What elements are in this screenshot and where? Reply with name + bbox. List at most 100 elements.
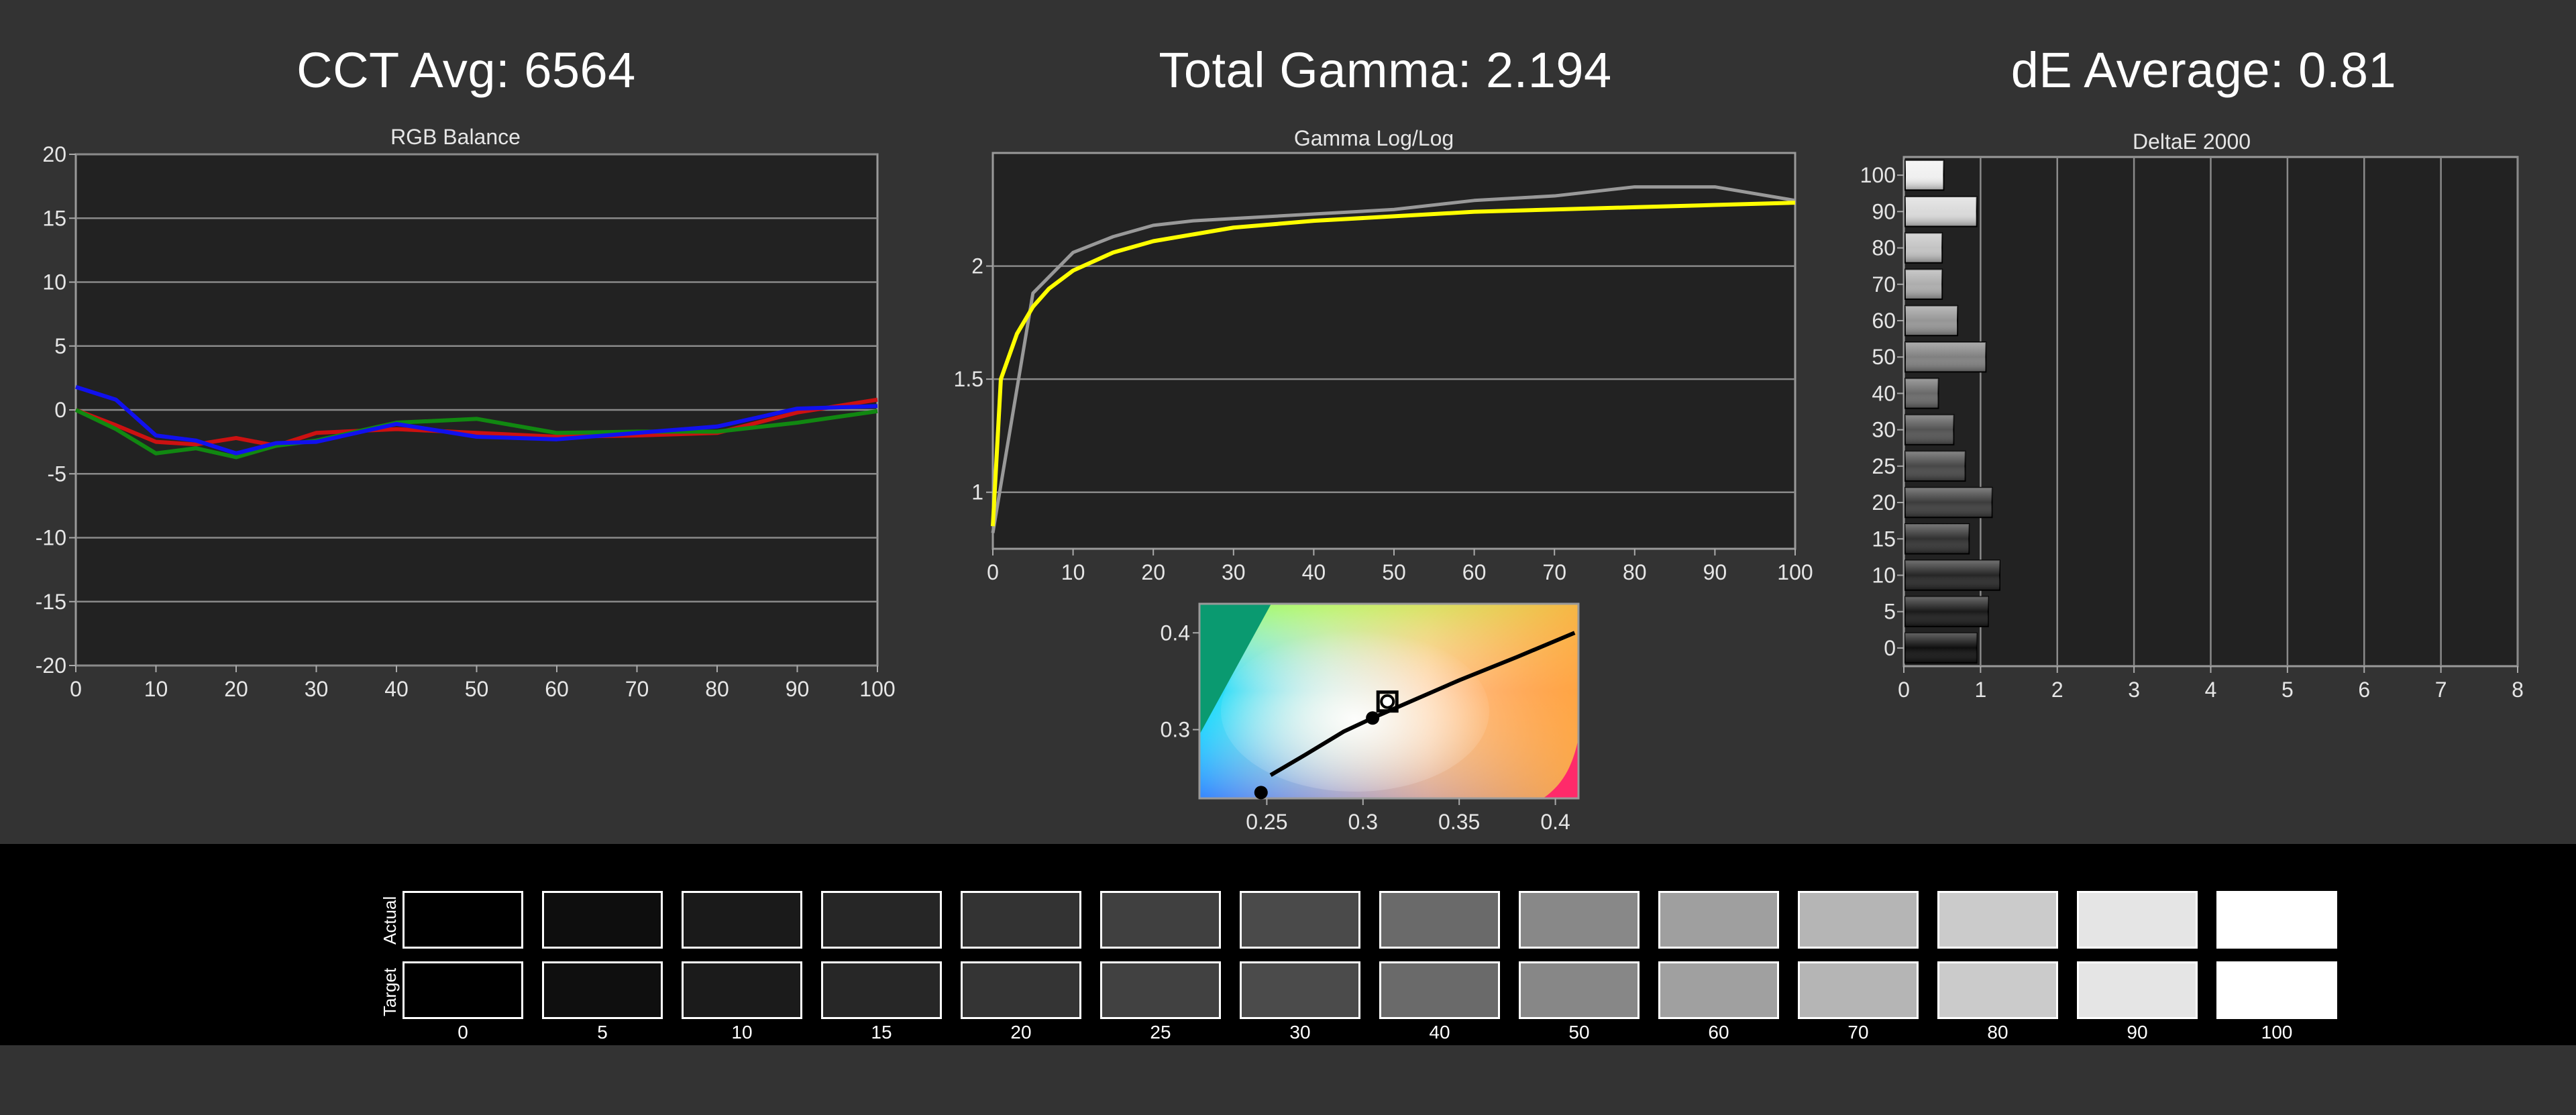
gamma-chart-title: Gamma Log/Log bbox=[1294, 126, 1454, 150]
rgb-y-tick-label: 20 bbox=[42, 142, 66, 166]
gamma-y-tick-label: 1.5 bbox=[954, 367, 983, 391]
rgb-balance-title: RGB Balance bbox=[390, 125, 521, 149]
actual-swatch bbox=[1658, 891, 1779, 949]
actual-swatch bbox=[961, 891, 1081, 949]
gamma-x-tick-label: 50 bbox=[1382, 560, 1406, 584]
gamma-plot-area bbox=[991, 152, 1796, 550]
actual-swatch bbox=[821, 891, 942, 949]
rgb-y-tick-label: 15 bbox=[42, 206, 66, 230]
delta-e-bar-shading bbox=[1905, 305, 1958, 336]
swatch-level-label: 90 bbox=[2127, 1022, 2148, 1043]
delta-e-y-tick-label: 40 bbox=[1872, 381, 1896, 405]
target-swatch bbox=[821, 961, 942, 1019]
swatch-level-label: 10 bbox=[731, 1022, 753, 1043]
gamma-y-tick-label: 1 bbox=[971, 480, 983, 505]
delta-e-bar-shading bbox=[1905, 269, 1943, 299]
cie-x-tick-label: 0.25 bbox=[1246, 810, 1287, 834]
delta-e-y-tick-label: 100 bbox=[1860, 163, 1896, 187]
actual-swatch bbox=[2216, 891, 2337, 949]
rgb-y-tick-label: 0 bbox=[54, 398, 66, 422]
delta-e-y-tick-label: 30 bbox=[1872, 418, 1896, 442]
delta-e-bar-shading bbox=[1905, 378, 1939, 409]
target-swatch bbox=[2216, 961, 2337, 1019]
delta-e-x-tick-label: 3 bbox=[2128, 678, 2140, 702]
swatch-level-label: 40 bbox=[1429, 1022, 1450, 1043]
gamma-x-tick-label: 60 bbox=[1462, 560, 1487, 584]
target-swatch bbox=[402, 961, 523, 1019]
target-row-label: Target bbox=[380, 967, 400, 1016]
swatch-level-label: 25 bbox=[1150, 1022, 1171, 1043]
delta-e-bar-shading bbox=[1905, 451, 1966, 482]
delta-e-y-tick-label: 20 bbox=[1872, 490, 1896, 515]
target-swatch bbox=[2077, 961, 2198, 1019]
cie-x-tick-label: 0.3 bbox=[1348, 810, 1378, 834]
delta-e-x-tick-label: 0 bbox=[1898, 678, 1910, 702]
delta-e-y-tick-label: 50 bbox=[1872, 345, 1896, 369]
gamma-y-tick-label: 2 bbox=[971, 254, 983, 278]
actual-swatch bbox=[1379, 891, 1500, 949]
delta-e-y-tick-label: 25 bbox=[1872, 454, 1896, 478]
delta-e-bar-shading bbox=[1905, 487, 1992, 518]
target-swatch bbox=[1658, 961, 1779, 1019]
gamma-x-tick-label: 40 bbox=[1302, 560, 1326, 584]
cie-y-tick-label: 0.3 bbox=[1161, 718, 1190, 742]
gamma-x-tick-label: 30 bbox=[1222, 560, 1246, 584]
swatch-level-label: 15 bbox=[871, 1022, 892, 1043]
target-swatch bbox=[961, 961, 1081, 1019]
rgb-x-tick-label: 40 bbox=[384, 677, 409, 701]
rgb-x-tick-label: 100 bbox=[859, 677, 895, 701]
delta-e-bar-shading bbox=[1905, 197, 1977, 227]
charts-canvas: RGB Balance 20151050-5-10-15-200 10 20 30 40… bbox=[36, 125, 2524, 834]
delta-e-x-tick-label: 6 bbox=[2358, 678, 2370, 702]
delta-e-chart-title: DeltaE 2000 bbox=[2133, 129, 2251, 154]
actual-row-label: Actual bbox=[380, 896, 400, 945]
swatch-level-label: 70 bbox=[1847, 1022, 1869, 1043]
target-swatch bbox=[1519, 961, 1640, 1019]
cie-target-point bbox=[1380, 694, 1395, 709]
delta-e-y-tick-label: 90 bbox=[1872, 199, 1896, 223]
gamma-x-tick-label: 90 bbox=[1703, 560, 1727, 584]
actual-swatch bbox=[1100, 891, 1221, 949]
rgb-x-tick-label: 0 bbox=[70, 677, 82, 701]
gamma-x-tick-label: 20 bbox=[1141, 560, 1165, 584]
delta-e-x-tick-label: 4 bbox=[2205, 678, 2217, 702]
cie-x-tick-label: 0.4 bbox=[1540, 810, 1570, 834]
rgb-y-tick-label: -20 bbox=[36, 653, 66, 678]
rgb-balance-chart: RGB Balance 20151050-5-10-15-200 10 20 30 40… bbox=[36, 125, 896, 701]
rgb-y-tick-label: -15 bbox=[36, 590, 66, 614]
swatch-level-label: 30 bbox=[1289, 1022, 1311, 1043]
target-swatch bbox=[1798, 961, 1919, 1019]
actual-swatch bbox=[1519, 891, 1640, 949]
delta-e-bar-shading bbox=[1905, 596, 1988, 627]
swatch-level-label: 80 bbox=[1987, 1022, 2008, 1043]
target-swatch bbox=[1240, 961, 1360, 1019]
delta-e-bar-shading bbox=[1905, 633, 1977, 663]
gamma-chart: Gamma Log/Log 21.510 10 20 30 40 50 60 70 80 90 10… bbox=[954, 126, 1813, 584]
rgb-x-tick-label: 90 bbox=[786, 677, 810, 701]
gamma-x-tick-label: 100 bbox=[1777, 560, 1813, 584]
delta-e-y-tick-label: 80 bbox=[1872, 236, 1896, 260]
delta-e-bar-shading bbox=[1905, 341, 1986, 372]
delta-e-bar-shading bbox=[1905, 160, 1944, 191]
swatch-level-label: 20 bbox=[1010, 1022, 1032, 1043]
delta-e-x-tick-label: 1 bbox=[1974, 678, 1986, 702]
swatch-level-label: 50 bbox=[1568, 1022, 1590, 1043]
gamma-x-tick-label: 0 bbox=[987, 560, 999, 584]
delta-e-bar-shading bbox=[1905, 415, 1954, 445]
delta-e-y-tick-label: 5 bbox=[1884, 600, 1896, 624]
rgb-y-tick-label: -5 bbox=[48, 462, 66, 486]
delta-e-chart: DeltaE 2000 012345678 100908070605040302… bbox=[1860, 129, 2524, 702]
rgb-x-tick-label: 10 bbox=[144, 677, 168, 701]
delta-e-x-tick-label: 7 bbox=[2435, 678, 2447, 702]
actual-swatch bbox=[1240, 891, 1360, 949]
delta-e-y-tick-label: 70 bbox=[1872, 272, 1896, 297]
delta-e-x-tick-label: 5 bbox=[2282, 678, 2294, 702]
grayscale-swatch-strip: Actual Target 0 5 10 15 20 25 30 40 50 60 70 80 90 10… bbox=[0, 844, 2576, 1045]
delta-e-bar-shading bbox=[1905, 560, 2000, 590]
delta-e-bar-shading bbox=[1905, 233, 1943, 263]
target-swatch bbox=[542, 961, 663, 1019]
rgb-x-tick-label: 60 bbox=[545, 677, 569, 701]
cie-chart: 0.25 0.3 0.35 0.4 0.4 0.3 bbox=[1161, 602, 1580, 834]
delta-e-y-tick-label: 60 bbox=[1872, 309, 1896, 333]
delta-e-bar-shading bbox=[1905, 524, 1970, 554]
